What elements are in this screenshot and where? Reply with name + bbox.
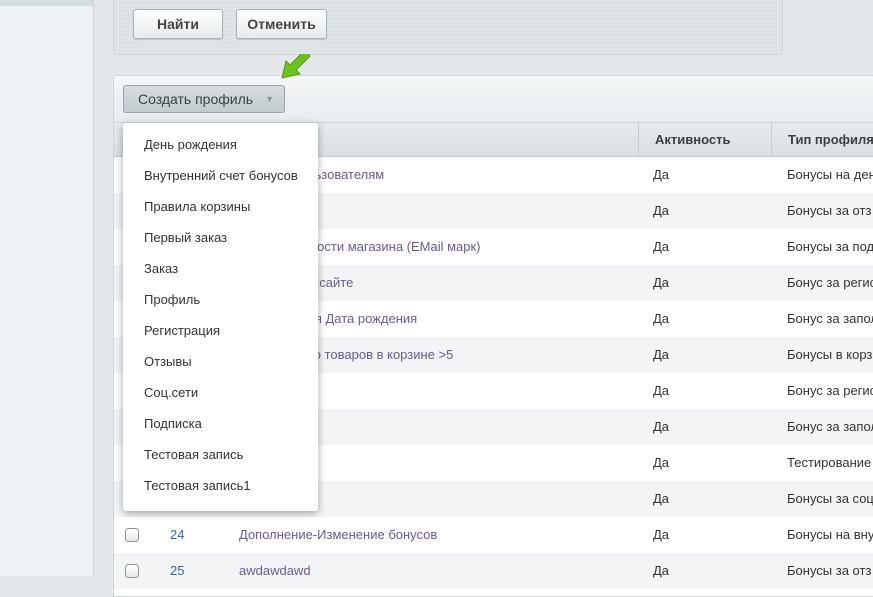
create-profile-menu: День рождения Внутренний счет бонусов Прав… — [123, 123, 318, 511]
row-active: Да — [653, 383, 670, 398]
row-type: Тестирование — [787, 455, 872, 470]
menu-item[interactable]: Регистрация — [144, 323, 220, 338]
row-name-link[interactable]: Дополнение-Изменение бонусов — [239, 517, 437, 553]
row-type: Бонусы за соц — [787, 491, 873, 506]
row-id-link[interactable]: 24 — [170, 517, 184, 553]
column-header-active[interactable]: Активность — [638, 123, 771, 156]
row-type: Бонусы за под — [787, 239, 873, 254]
column-header-type[interactable]: Тип профиля — [771, 123, 873, 156]
row-type: Бонусы на вну — [787, 527, 873, 542]
create-profile-button[interactable]: Создать профиль ▼ — [123, 85, 285, 113]
chevron-down-icon: ▼ — [265, 94, 274, 104]
left-sidebar — [0, 0, 94, 576]
row-active: Да — [653, 203, 670, 218]
row-active: Да — [653, 527, 670, 542]
menu-item[interactable]: Отзывы — [144, 354, 192, 369]
row-active: Да — [653, 455, 670, 470]
menu-item[interactable]: Заказ — [144, 261, 178, 276]
row-type: Бонус за регис — [787, 275, 873, 290]
menu-item[interactable]: Тестовая запись — [144, 447, 243, 462]
find-button[interactable]: Найти — [133, 9, 223, 39]
row-active: Да — [653, 491, 670, 506]
menu-item[interactable]: Подписка — [144, 416, 202, 431]
sidebar-item[interactable] — [0, 0, 93, 6]
row-name-link[interactable]: awdawdawd — [239, 553, 311, 589]
row-type: Бонус за запол — [787, 419, 873, 434]
menu-item[interactable]: Внутренний счет бонусов — [144, 168, 298, 183]
cancel-button[interactable]: Отменить — [236, 9, 327, 39]
table-row[interactable]: 24 Дополнение-Изменение бонусов Да Бонусы н… — [114, 517, 873, 553]
row-active: Да — [653, 239, 670, 254]
menu-item[interactable]: День рождения — [144, 137, 237, 152]
row-active: Да — [653, 275, 670, 290]
row-active: Да — [653, 167, 670, 182]
pointer-arrow-icon — [281, 54, 311, 79]
row-id-link[interactable]: 25 — [170, 553, 184, 589]
row-active: Да — [653, 419, 670, 434]
table-row[interactable]: 25 awdawdawd Да Бонусы за отз — [114, 553, 873, 589]
row-checkbox[interactable] — [125, 528, 139, 542]
row-active: Да — [653, 563, 670, 578]
menu-item[interactable]: Правила корзины — [144, 199, 250, 214]
row-type: Бонус за запол — [787, 311, 873, 326]
row-active: Да — [653, 311, 670, 326]
list-toolbar: Создать профиль ▼ — [114, 76, 873, 123]
menu-item[interactable]: Первый заказ — [144, 230, 227, 245]
row-type: Бонус за регис — [787, 383, 873, 398]
row-type: Бонусы за отз — [787, 563, 872, 578]
create-profile-label: Создать профиль — [138, 91, 254, 107]
menu-item[interactable]: Тестовая запись1 — [144, 478, 251, 493]
menu-item[interactable]: Соц.сети — [144, 385, 198, 400]
menu-item[interactable]: Профиль — [144, 292, 200, 307]
row-type: Бонусы на ден — [787, 167, 873, 182]
row-type: Бонусы в корз — [787, 347, 873, 362]
row-type: Бонусы за отз — [787, 203, 872, 218]
row-active: Да — [653, 347, 670, 362]
